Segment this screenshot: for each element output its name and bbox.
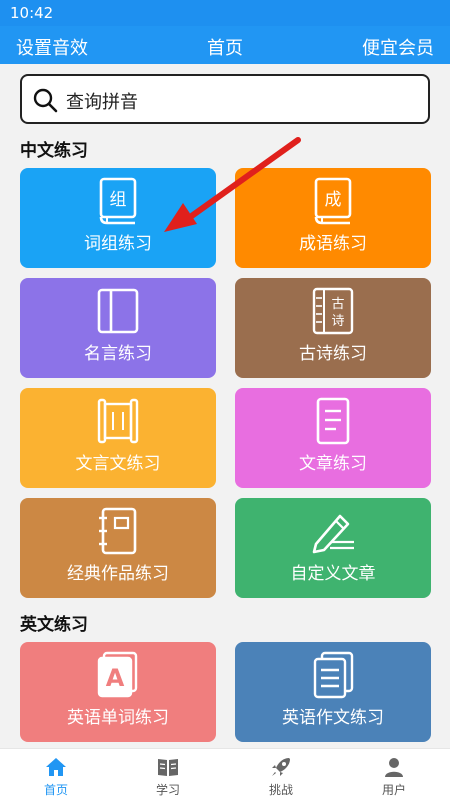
- icon-char-2: 诗: [331, 314, 344, 329]
- section-title-english: 英文练习: [20, 615, 88, 635]
- tile-phrase-practice[interactable]: 组 词组练习: [20, 168, 216, 268]
- status-bar: 10:42: [0, 0, 450, 26]
- tile-label: 古诗练习: [299, 344, 367, 364]
- search-pinyin-field[interactable]: 查询拼音: [20, 74, 430, 124]
- icon-letter: A: [106, 664, 125, 692]
- icon-char-1: 古: [331, 297, 344, 312]
- notebook-icon: [97, 288, 139, 334]
- tile-label: 英语单词练习: [67, 708, 169, 728]
- book-icon: 组: [99, 177, 137, 225]
- document-icon: [316, 397, 350, 445]
- home-icon: [46, 758, 66, 776]
- tile-label: 英语作文练习: [282, 708, 384, 728]
- tile-poem-practice[interactable]: 古 诗 古诗练习: [235, 278, 431, 378]
- nav-label: 挑战: [268, 783, 293, 797]
- tile-label: 经典作品练习: [67, 564, 169, 584]
- membership-button[interactable]: 便宜会员: [362, 34, 434, 60]
- tile-label: 自定义文章: [290, 564, 376, 584]
- tile-classic-works-practice[interactable]: 经典作品练习: [20, 498, 216, 598]
- pen-icon: [312, 514, 354, 554]
- nav-item-challenge[interactable]: 挑战: [225, 749, 337, 800]
- search-label: 查询拼音: [66, 92, 138, 113]
- scroll-icon: [97, 398, 139, 444]
- tile-label: 名言练习: [84, 344, 152, 364]
- tile-english-essay-practice[interactable]: 英语作文练习: [235, 642, 431, 742]
- tile-label: 文言文练习: [75, 454, 161, 474]
- nav-item-user[interactable]: 用户: [338, 749, 450, 800]
- tile-label: 成语练习: [299, 234, 367, 254]
- nav-label: 用户: [381, 783, 406, 797]
- tile-classical-practice[interactable]: 文言文练习: [20, 388, 216, 488]
- book-icon-char: 组: [110, 190, 127, 210]
- scroll-book-icon: 古 诗: [312, 287, 354, 335]
- tile-english-word-practice[interactable]: A 英语单词练习: [20, 642, 216, 742]
- book-icon: 成: [314, 177, 352, 225]
- user-icon: [385, 758, 403, 777]
- nav-item-study[interactable]: 学习: [112, 749, 224, 800]
- tile-label: 词组练习: [84, 234, 152, 254]
- tile-label: 文章练习: [299, 454, 367, 474]
- rocket-icon: [272, 758, 290, 776]
- nav-label: 首页: [43, 783, 68, 797]
- search-icon: [33, 88, 58, 113]
- section-title-chinese: 中文练习: [20, 141, 88, 161]
- notebook-icon: [99, 507, 137, 555]
- open-book-icon: [158, 759, 178, 776]
- tile-quote-practice[interactable]: 名言练习: [20, 278, 216, 378]
- nav-item-home[interactable]: 首页: [0, 749, 112, 800]
- nav-label: 学习: [155, 783, 180, 797]
- tile-article-practice[interactable]: 文章练习: [235, 388, 431, 488]
- app-bar: 设置音效 首页 便宜会员: [0, 26, 450, 64]
- letter-a-icon: A: [97, 651, 138, 698]
- bottom-nav: 首页 学习 挑战 用户: [0, 748, 450, 800]
- documents-icon: [313, 651, 354, 699]
- book-icon-char: 成: [325, 190, 342, 210]
- tile-custom-article[interactable]: 自定义文章: [235, 498, 431, 598]
- status-time: 10:42: [10, 4, 54, 22]
- tile-idiom-practice[interactable]: 成 成语练习: [235, 168, 431, 268]
